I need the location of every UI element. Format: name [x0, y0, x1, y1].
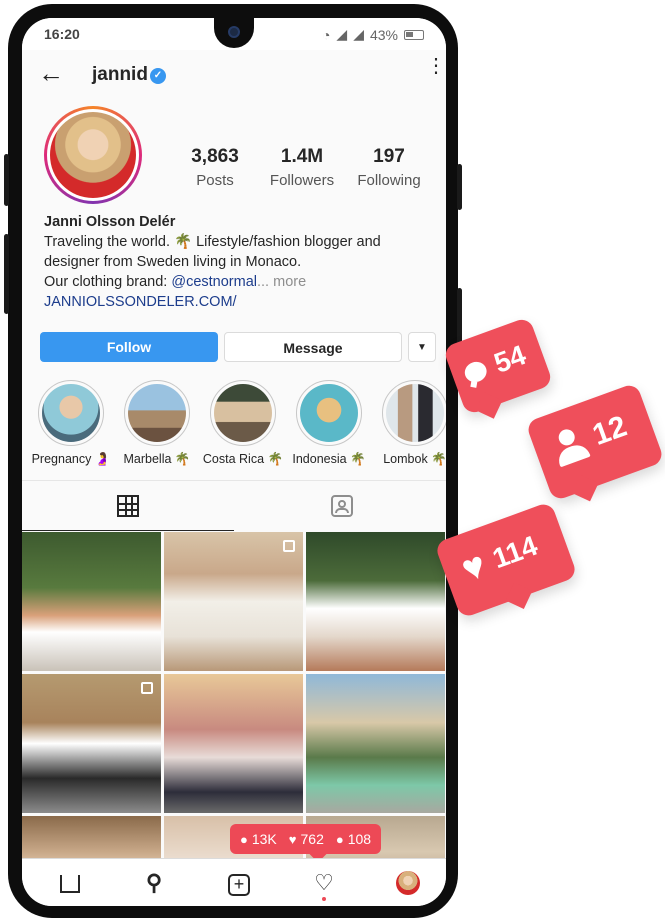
wifi-icon: ◔ [321, 26, 331, 43]
profile-tabs [22, 480, 446, 531]
signal-icon-2: ◢ [353, 26, 364, 42]
highlight-image [300, 384, 358, 442]
activity-heart-icon[interactable]: ♡ [310, 869, 338, 897]
battery-icon [404, 29, 424, 40]
stat-followers[interactable]: 1.4M Followers [259, 146, 345, 189]
notch [214, 18, 254, 48]
highlight-image [386, 384, 444, 442]
highlight-costa-rica[interactable]: Costa Rica 🌴 [200, 380, 286, 467]
grid-post[interactable] [306, 532, 445, 671]
add-post-icon[interactable]: + [225, 869, 253, 897]
profile-full-name: Janni Olsson Delér [44, 214, 176, 230]
bio-more-link[interactable]: ... more [257, 274, 306, 290]
phone-frame: 16:20 ◔ ◢ ◢ 43% ← jannid ✓ ⋮ 3,863 Posts… [4, 4, 462, 918]
highlight-label: Lombok 🌴 [383, 452, 446, 466]
story-highlights: Pregnancy 🤰 Marbella 🌴 Costa Rica 🌴 Indo… [28, 380, 446, 467]
volume-button [4, 154, 9, 206]
tab-grid[interactable] [22, 481, 234, 531]
stat-followers-value: 1.4M [280, 146, 324, 167]
heart-icon: ♥ [288, 831, 297, 847]
signal-icon: ◢ [336, 26, 348, 42]
bio-line-2: designer from Sweden living in Monaco. [44, 254, 302, 270]
heart-icon: ♥ [456, 543, 492, 592]
back-arrow-icon[interactable]: ← [38, 60, 64, 86]
activity-tooltip[interactable]: ● 13K ♥ 762 ● 108 [230, 824, 382, 854]
grid-post[interactable] [306, 674, 445, 813]
verified-badge-icon: ✓ [150, 68, 166, 84]
activity-follows-count: 108 [347, 831, 372, 847]
comment-icon: ● [240, 831, 248, 847]
suggestions-dropdown-button[interactable]: ▼ [408, 332, 436, 362]
user-icon [549, 424, 591, 467]
bio-line-1: Traveling the world. 🌴 Lifestyle/fashion… [44, 234, 381, 250]
stat-posts[interactable]: 3,863 Posts [172, 146, 258, 189]
stat-followers-label: Followers [269, 172, 335, 189]
front-camera [228, 26, 240, 38]
highlight-label: Costa Rica 🌴 [202, 452, 284, 466]
bio-line-3: Our clothing brand: @cestnormal... more [44, 272, 434, 292]
grid-post[interactable] [164, 532, 303, 671]
screen: 16:20 ◔ ◢ ◢ 43% ← jannid ✓ ⋮ 3,863 Posts… [22, 18, 446, 906]
highlight-label: Indonesia 🌴 [292, 452, 366, 466]
multi-photo-icon [141, 682, 153, 694]
bio-mention-link[interactable]: @cestnormal [171, 274, 257, 290]
grid-icon [117, 495, 139, 517]
header-username: jannid [92, 64, 148, 85]
highlight-pregnancy[interactable]: Pregnancy 🤰 [28, 380, 114, 467]
user-icon: ● [335, 831, 344, 847]
like-count: 114 [488, 529, 542, 575]
stat-following[interactable]: 197 Following [346, 146, 432, 189]
stat-following-value: 197 [373, 146, 405, 167]
highlight-image [42, 384, 100, 442]
tagged-person-icon [331, 495, 353, 517]
grid-post[interactable] [22, 532, 161, 671]
search-icon[interactable]: ⚲ [140, 869, 168, 897]
activity-likes-count: 762 [300, 831, 324, 847]
status-bar: 16:20 ◔ ◢ ◢ 43% [22, 18, 446, 50]
highlight-image [128, 384, 186, 442]
stat-posts-value: 3,863 [191, 146, 239, 167]
power-button [4, 234, 9, 314]
grid-post[interactable] [22, 674, 161, 813]
profile-website-link[interactable]: JANNIOLSSONDELER.COM/ [44, 292, 434, 312]
profile-stats: 3,863 Posts 1.4M Followers 197 Following [172, 146, 432, 189]
activity-likes: ♥ 762 [289, 831, 324, 847]
profile-header: ← jannid ✓ ⋮ [22, 50, 446, 100]
bio-line-3-prefix: Our clothing brand: [44, 274, 172, 290]
battery-percent: 43% [369, 26, 398, 43]
follower-notification-bubble: 12 [525, 382, 665, 502]
highlight-label: Pregnancy 🤰 [31, 452, 111, 466]
home-icon[interactable] [56, 869, 84, 897]
highlight-label: Marbella 🌴 [123, 452, 191, 466]
stat-posts-label: Posts [196, 172, 234, 189]
highlight-image [214, 384, 272, 442]
highlight-lombok[interactable]: Lombok 🌴 [372, 380, 446, 467]
profile-avatar-tab[interactable] [396, 871, 420, 895]
comment-count: 54 [489, 339, 530, 379]
follow-button[interactable]: Follow [40, 332, 218, 362]
follower-count: 12 [588, 409, 632, 452]
activity-comments-count: 13K [251, 831, 277, 847]
comment-icon [461, 358, 490, 386]
status-icons: ◔ ◢ ◢ 43% [322, 26, 424, 43]
status-time: 16:20 [44, 26, 80, 42]
activity-comments: ● 13K [240, 831, 277, 847]
tab-tagged[interactable] [234, 481, 446, 531]
activity-follows: ● 108 [336, 831, 371, 847]
multi-photo-icon [283, 540, 295, 552]
more-options-icon[interactable]: ⋮ [426, 56, 446, 76]
stat-following-label: Following [357, 172, 421, 189]
profile-bio: Janni Olsson Delér Traveling the world. … [44, 212, 434, 312]
message-button[interactable]: Message [224, 332, 402, 362]
bottom-navigation: ⚲ + ♡ [22, 858, 446, 906]
side-button [457, 164, 462, 210]
grid-post[interactable] [164, 674, 303, 813]
activity-dot [322, 897, 326, 901]
highlight-marbella[interactable]: Marbella 🌴 [114, 380, 200, 467]
highlight-indonesia[interactable]: Indonesia 🌴 [286, 380, 372, 467]
avatar-image [50, 112, 136, 198]
profile-avatar[interactable] [44, 106, 142, 204]
